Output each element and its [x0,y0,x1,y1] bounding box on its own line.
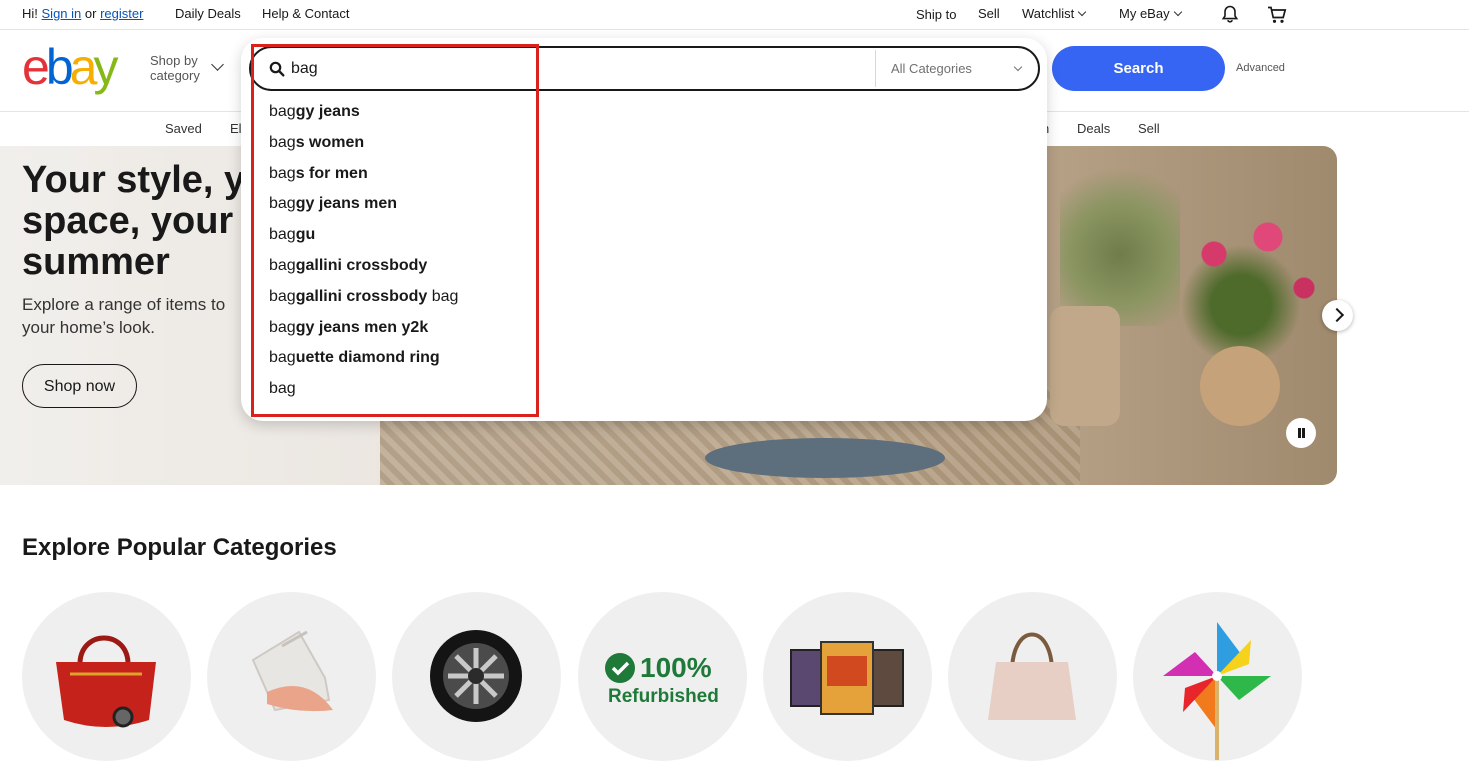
chevron-down-icon[interactable] [211,58,224,71]
chevron-down-icon [1078,7,1087,17]
sneakers-icon [251,630,333,712]
category-select[interactable]: All Categories [891,61,972,76]
section-title: Explore Popular Categories [22,534,337,561]
cart-icon[interactable] [1267,6,1287,24]
chevron-down-icon [1173,7,1182,17]
hero-subtitle: Explore a range of items to your home’s … [22,295,226,337]
logo-letter-a: a [69,39,98,95]
logo-letter-y: y [93,39,118,95]
search-divider [875,50,876,87]
watchlist-label: Watchlist [1022,6,1075,21]
refurbished-percent: 100% [640,652,712,683]
hero-flowers-image [1160,186,1337,356]
shop-now-button[interactable]: Shop now [22,364,137,408]
daily-deals-link[interactable]: Daily Deals [175,6,241,21]
category-refurbished[interactable]: 100% Refurbished [578,592,747,761]
category-red-handbag[interactable] [22,592,191,761]
logo-letter-e: e [22,39,50,95]
shop-by-category-button[interactable]: Shop by category [150,53,200,83]
greeting-group: Hi! Sign in or register [22,6,143,21]
hero-cushion-image [1050,306,1120,426]
or-text: or [84,6,97,21]
car-wheel-icon [430,630,522,722]
category-beige-handbag[interactable] [948,592,1117,761]
beige-handbag-icon [988,632,1076,720]
register-link[interactable]: register [100,6,143,21]
ship-to-link[interactable]: Ship to [916,7,956,22]
shop-by-line2: category [150,68,200,83]
category-pinwheel[interactable] [1133,592,1302,761]
chevron-down-icon[interactable] [1013,62,1023,72]
search-button[interactable]: Search [1052,46,1225,91]
pinwheel-icon [1163,622,1271,760]
refurbished-label: Refurbished [608,686,719,707]
greeting-text: Hi! [22,6,38,21]
bell-icon[interactable] [1221,5,1239,23]
nav-item-sell[interactable]: Sell [1138,121,1160,136]
watchlist-menu[interactable]: Watchlist [1022,6,1087,21]
advanced-search-link[interactable]: Advanced [1236,62,1285,74]
nav-item-deals[interactable]: Deals [1077,121,1110,136]
hero-title: Your style, y space, your summer [22,159,246,283]
help-contact-link[interactable]: Help & Contact [262,6,349,21]
annotation-highlight-box [251,44,539,417]
hero-pot-image [1200,346,1280,426]
logo-letter-b: b [45,39,74,95]
ebay-logo[interactable]: ebay [22,39,118,96]
my-ebay-label: My eBay [1119,6,1170,21]
top-utility-bar: Hi! Sign in or register Daily Deals Help… [0,0,1469,30]
carousel-pause-button[interactable] [1286,418,1316,448]
carousel-next-button[interactable] [1322,300,1353,331]
category-trading-cards[interactable] [763,592,932,761]
sign-in-link[interactable]: Sign in [42,6,82,21]
my-ebay-menu[interactable]: My eBay [1119,6,1182,21]
hero-tray-image [705,438,945,478]
category-car-wheel[interactable] [392,592,561,761]
nav-item-electronics[interactable]: El [230,121,242,136]
category-sneakers[interactable] [207,592,376,761]
shop-by-line1: Shop by [150,53,198,68]
trading-cards-icon [790,641,904,715]
nav-item-saved[interactable]: Saved [165,121,202,136]
red-handbag-icon [56,635,156,728]
sell-link[interactable]: Sell [978,6,1000,21]
